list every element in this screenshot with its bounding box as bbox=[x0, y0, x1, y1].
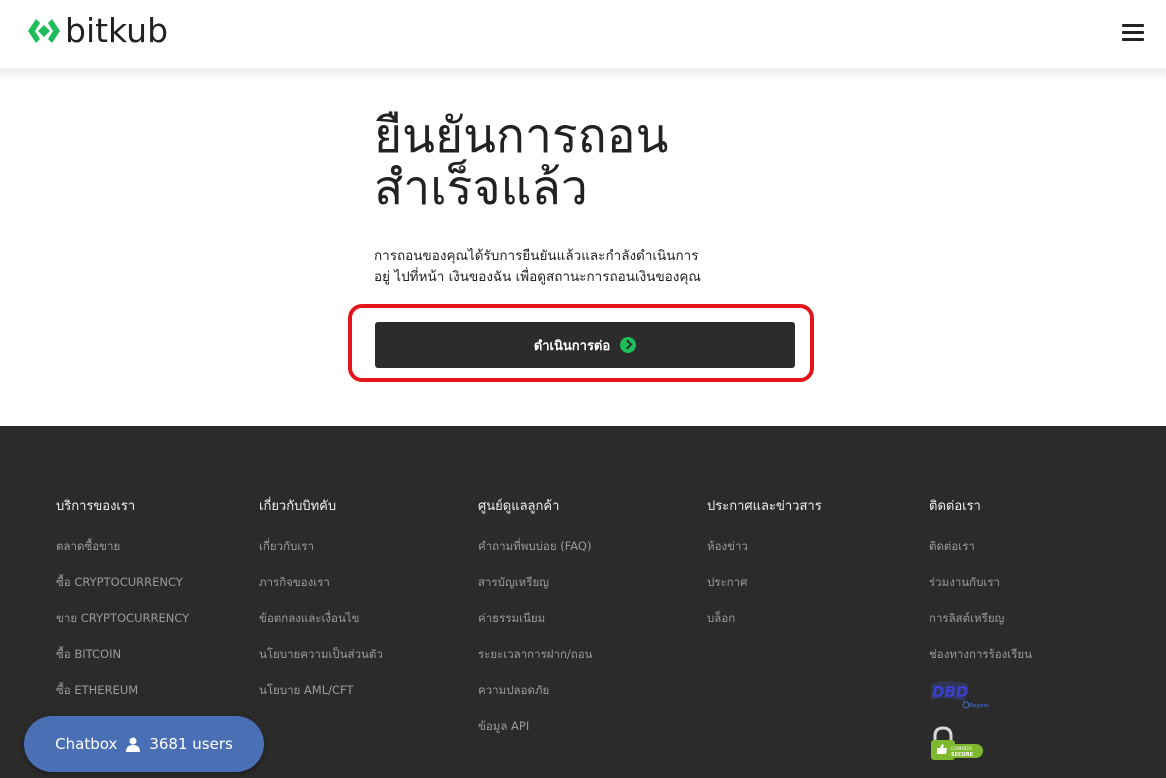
top-header: bitkub bbox=[0, 0, 1166, 72]
footer-column-title: บริการของเรา bbox=[56, 499, 136, 514]
description-line-1: การถอนของคุณได้รับการยืนยันแล้วและกำลังด… bbox=[374, 248, 699, 264]
continue-button[interactable]: ดำเนินการต่อ bbox=[375, 322, 795, 368]
footer-link[interactable]: ช่องทางการร้องเรียน bbox=[929, 646, 1032, 662]
footer-link[interactable]: ข้อมูล API bbox=[478, 718, 593, 734]
user-icon bbox=[126, 737, 141, 752]
logo-text: bitkub bbox=[65, 11, 169, 50]
bitkub-logo[interactable]: bitkub bbox=[27, 14, 168, 47]
footer-link[interactable]: ระยะเวลาการฝาก/ถอน bbox=[478, 646, 593, 662]
footer-link[interactable]: ซื้อ CRYPTOCURRENCY bbox=[56, 574, 189, 590]
footer-link[interactable]: เกี่ยวกับเรา bbox=[259, 538, 383, 554]
chatbox-user-count: 3681 users bbox=[149, 735, 233, 753]
footer-link[interactable]: ข้อตกลงและเงื่อนไข bbox=[259, 610, 383, 626]
title-line-1: ยืนยันการถอน bbox=[374, 108, 669, 164]
footer-column-title: ติดต่อเรา bbox=[929, 499, 981, 514]
footer-column-about: เกี่ยวกับบิทคับ เกี่ยวกับเรา ภารกิจของเร… bbox=[259, 498, 383, 718]
footer-link[interactable]: ประกาศ bbox=[707, 574, 822, 590]
dbd-registered-badge[interactable]: DBD Registered bbox=[929, 680, 989, 710]
footer-column-contact: ติดต่อเรา ติดต่อเรา ร่วมงานกับเรา การลิส… bbox=[929, 498, 1032, 764]
page: bitkub ยืนยันการถอน สำเร็จแล้ว การถอนของ… bbox=[0, 0, 1166, 778]
footer-link[interactable]: คำถามที่พบบ่อย (FAQ) bbox=[478, 538, 593, 554]
footer-column-services: บริการของเรา ตลาดซื้อขาย ซื้อ CRYPTOCURR… bbox=[56, 498, 189, 718]
description-line-2: อยู่ ไปที่หน้า เงินของฉัน เพื่อดูสถานะกา… bbox=[374, 269, 701, 285]
svg-text:Registered: Registered bbox=[970, 703, 989, 709]
footer-link[interactable]: ความปลอดภัย bbox=[478, 682, 593, 698]
svg-text:SECURE: SECURE bbox=[951, 752, 974, 758]
footer-link[interactable]: ติดต่อเรา bbox=[929, 538, 1032, 554]
footer-link[interactable]: ขาย CRYPTOCURRENCY bbox=[56, 610, 189, 626]
footer-link[interactable]: การลิสต์เหรียญ bbox=[929, 610, 1032, 626]
svg-text:DBD: DBD bbox=[932, 683, 968, 701]
footer-link[interactable]: ตลาดซื้อขาย bbox=[56, 538, 189, 554]
footer-link[interactable]: บล็อก bbox=[707, 610, 822, 626]
arrow-right-circle-icon bbox=[620, 337, 637, 353]
footer-link[interactable]: ห้องข่าว bbox=[707, 538, 822, 554]
hamburger-menu-icon[interactable] bbox=[1122, 24, 1144, 42]
footer-link[interactable]: ภารกิจของเรา bbox=[259, 574, 383, 590]
footer-link[interactable]: ซื้อ BITCOIN bbox=[56, 646, 189, 662]
footer-link[interactable]: นโยบายความเป็นส่วนตัว bbox=[259, 646, 383, 662]
footer-link[interactable]: สารบัญเหรียญ bbox=[478, 574, 593, 590]
chatbox-button[interactable]: Chatbox 3681 users bbox=[24, 716, 264, 772]
footer-column-title: เกี่ยวกับบิทคับ bbox=[259, 499, 337, 514]
footer-link[interactable]: ค่าธรรมเนียม bbox=[478, 610, 593, 626]
bitkub-logo-icon bbox=[28, 18, 60, 43]
footer-column-title: ศูนย์ดูแลลูกค้า bbox=[478, 499, 560, 514]
page-title: ยืนยันการถอน สำเร็จแล้ว bbox=[374, 110, 794, 214]
chatbox-label: Chatbox bbox=[55, 735, 118, 753]
footer-column-news: ประกาศและข่าวสาร ห้องข่าว ประกาศ บล็อก bbox=[707, 498, 822, 646]
footer-link[interactable]: ร่วมงานกับเรา bbox=[929, 574, 1032, 590]
footer-column-title: ประกาศและข่าวสาร bbox=[707, 499, 822, 514]
footer-link[interactable]: ซื้อ ETHEREUM bbox=[56, 682, 189, 698]
comodo-secure-badge[interactable]: COMODO SECURE bbox=[929, 726, 985, 764]
header-shadow bbox=[0, 68, 1166, 82]
title-line-2: สำเร็จแล้ว bbox=[374, 160, 588, 216]
confirmation-description: การถอนของคุณได้รับการยืนยันแล้วและกำลังด… bbox=[374, 246, 814, 288]
footer-link[interactable]: นโยบาย AML/CFT bbox=[259, 682, 383, 698]
footer-column-support: ศูนย์ดูแลลูกค้า คำถามที่พบบ่อย (FAQ) สาร… bbox=[478, 498, 593, 754]
continue-button-label: ดำเนินการต่อ bbox=[533, 338, 611, 354]
